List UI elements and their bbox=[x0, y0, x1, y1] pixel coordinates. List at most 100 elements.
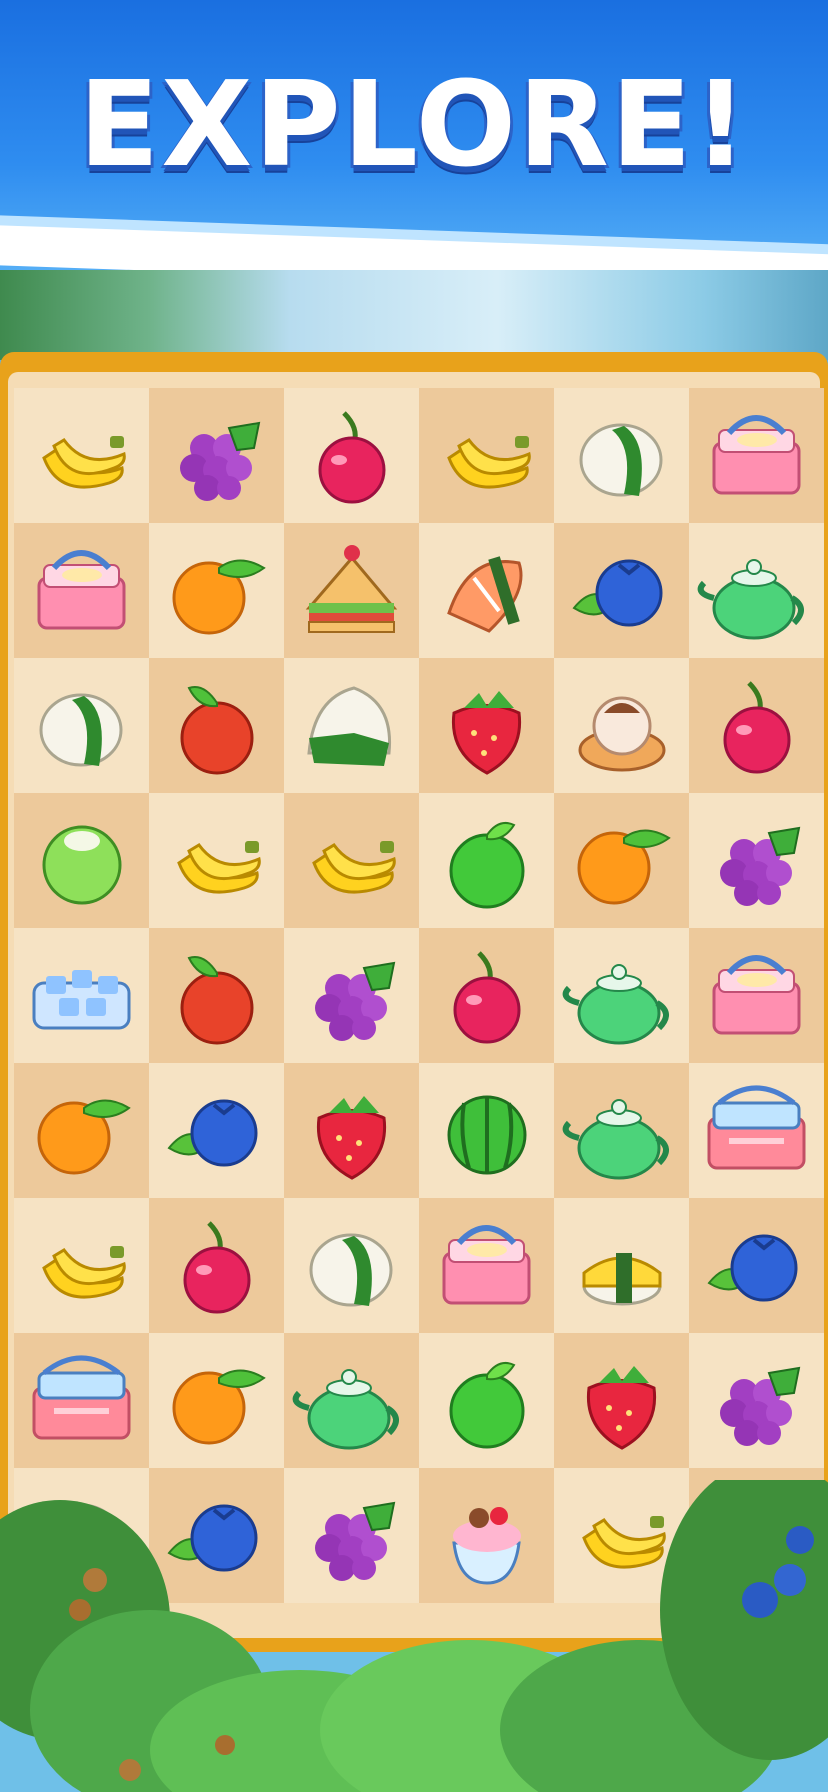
strawberry-icon bbox=[284, 1063, 419, 1198]
ice-tray-icon bbox=[14, 928, 149, 1063]
orange-icon bbox=[554, 793, 689, 928]
grape-icon bbox=[689, 1333, 824, 1468]
tile-picnic-basket[interactable] bbox=[419, 1198, 554, 1333]
tile-grape[interactable] bbox=[689, 1333, 824, 1468]
grape-icon bbox=[284, 928, 419, 1063]
tile-strawberry[interactable] bbox=[419, 658, 554, 793]
rice-ball-icon bbox=[554, 388, 689, 523]
banana-icon bbox=[14, 388, 149, 523]
strawberry-icon bbox=[419, 658, 554, 793]
tile-picnic-basket[interactable] bbox=[14, 523, 149, 658]
tile-rice-ball[interactable] bbox=[554, 388, 689, 523]
tile-apple[interactable] bbox=[149, 658, 284, 793]
tile-cooler-basket[interactable] bbox=[689, 1063, 824, 1198]
tamago-sushi-icon bbox=[554, 1198, 689, 1333]
tile-picnic-basket[interactable] bbox=[689, 388, 824, 523]
grape-icon bbox=[149, 388, 284, 523]
orange-icon bbox=[149, 523, 284, 658]
cherry-icon bbox=[149, 1198, 284, 1333]
strawberry-icon bbox=[554, 1333, 689, 1468]
tile-grape[interactable] bbox=[284, 928, 419, 1063]
tile-rice-ball[interactable] bbox=[284, 1198, 419, 1333]
tile-apple[interactable] bbox=[149, 928, 284, 1063]
green-apple-icon bbox=[419, 1333, 554, 1468]
tile-blueberry[interactable] bbox=[689, 1198, 824, 1333]
cherry-icon bbox=[284, 388, 419, 523]
tile-strawberry[interactable] bbox=[284, 1063, 419, 1198]
tile-blueberry[interactable] bbox=[149, 1063, 284, 1198]
orange-icon bbox=[14, 1063, 149, 1198]
tile-banana[interactable] bbox=[149, 793, 284, 928]
tile-teapot[interactable] bbox=[689, 523, 824, 658]
green-apple-icon bbox=[419, 793, 554, 928]
banana-icon bbox=[149, 793, 284, 928]
tile-coconut[interactable] bbox=[14, 793, 149, 928]
blueberry-icon bbox=[149, 1063, 284, 1198]
tile-cooler-basket[interactable] bbox=[14, 1333, 149, 1468]
banana-icon bbox=[14, 1198, 149, 1333]
coconut-icon bbox=[14, 793, 149, 928]
rice-ball-icon bbox=[14, 658, 149, 793]
tile-orange[interactable] bbox=[149, 523, 284, 658]
teapot-icon bbox=[284, 1333, 419, 1468]
tile-sandwich[interactable] bbox=[284, 523, 419, 658]
tile-orange[interactable] bbox=[554, 793, 689, 928]
tile-onigiri[interactable] bbox=[284, 658, 419, 793]
cherry-icon bbox=[689, 658, 824, 793]
picnic-basket-icon bbox=[689, 388, 824, 523]
picnic-basket-icon bbox=[14, 523, 149, 658]
tile-teapot[interactable] bbox=[554, 1063, 689, 1198]
picnic-basket-icon bbox=[419, 1198, 554, 1333]
tile-banana[interactable] bbox=[14, 1198, 149, 1333]
apple-icon bbox=[149, 928, 284, 1063]
watermelon-icon bbox=[419, 1063, 554, 1198]
rice-ball-icon bbox=[284, 1198, 419, 1333]
tile-orange[interactable] bbox=[14, 1063, 149, 1198]
tile-green-apple[interactable] bbox=[419, 1333, 554, 1468]
tile-grid bbox=[14, 388, 828, 1608]
tile-teapot[interactable] bbox=[554, 928, 689, 1063]
tile-banana[interactable] bbox=[284, 793, 419, 928]
foliage-decoration bbox=[0, 1480, 828, 1792]
onigiri-icon bbox=[284, 658, 419, 793]
tile-strawberry[interactable] bbox=[554, 1333, 689, 1468]
tile-ice-tray[interactable] bbox=[14, 928, 149, 1063]
grape-icon bbox=[689, 793, 824, 928]
tile-tamago-sushi[interactable] bbox=[554, 1198, 689, 1333]
banner-title: EXPLORE! bbox=[78, 55, 750, 193]
tile-orange[interactable] bbox=[149, 1333, 284, 1468]
tile-cherry[interactable] bbox=[149, 1198, 284, 1333]
cookie-icecream-icon bbox=[554, 658, 689, 793]
teapot-icon bbox=[689, 523, 824, 658]
tile-teapot[interactable] bbox=[284, 1333, 419, 1468]
banana-icon bbox=[419, 388, 554, 523]
banana-icon bbox=[284, 793, 419, 928]
tile-picnic-basket[interactable] bbox=[689, 928, 824, 1063]
sandwich-icon bbox=[284, 523, 419, 658]
picnic-basket-icon bbox=[689, 928, 824, 1063]
scenery-strip bbox=[0, 270, 828, 360]
tile-blueberry[interactable] bbox=[554, 523, 689, 658]
cooler-basket-icon bbox=[689, 1063, 824, 1198]
tile-cookie-icecream[interactable] bbox=[554, 658, 689, 793]
tile-cherry[interactable] bbox=[419, 928, 554, 1063]
tile-banana[interactable] bbox=[14, 388, 149, 523]
apple-icon bbox=[149, 658, 284, 793]
blueberry-icon bbox=[689, 1198, 824, 1333]
tile-cherry[interactable] bbox=[284, 388, 419, 523]
orange-icon bbox=[149, 1333, 284, 1468]
blueberry-icon bbox=[554, 523, 689, 658]
tile-rice-ball[interactable] bbox=[14, 658, 149, 793]
tile-cherry[interactable] bbox=[689, 658, 824, 793]
tile-grape[interactable] bbox=[149, 388, 284, 523]
teapot-icon bbox=[554, 1063, 689, 1198]
sushi-icon bbox=[419, 523, 554, 658]
tile-grape[interactable] bbox=[689, 793, 824, 928]
teapot-icon bbox=[554, 928, 689, 1063]
cherry-icon bbox=[419, 928, 554, 1063]
tile-watermelon[interactable] bbox=[419, 1063, 554, 1198]
tile-green-apple[interactable] bbox=[419, 793, 554, 928]
cooler-basket-icon bbox=[14, 1333, 149, 1468]
tile-banana[interactable] bbox=[419, 388, 554, 523]
tile-sushi[interactable] bbox=[419, 523, 554, 658]
